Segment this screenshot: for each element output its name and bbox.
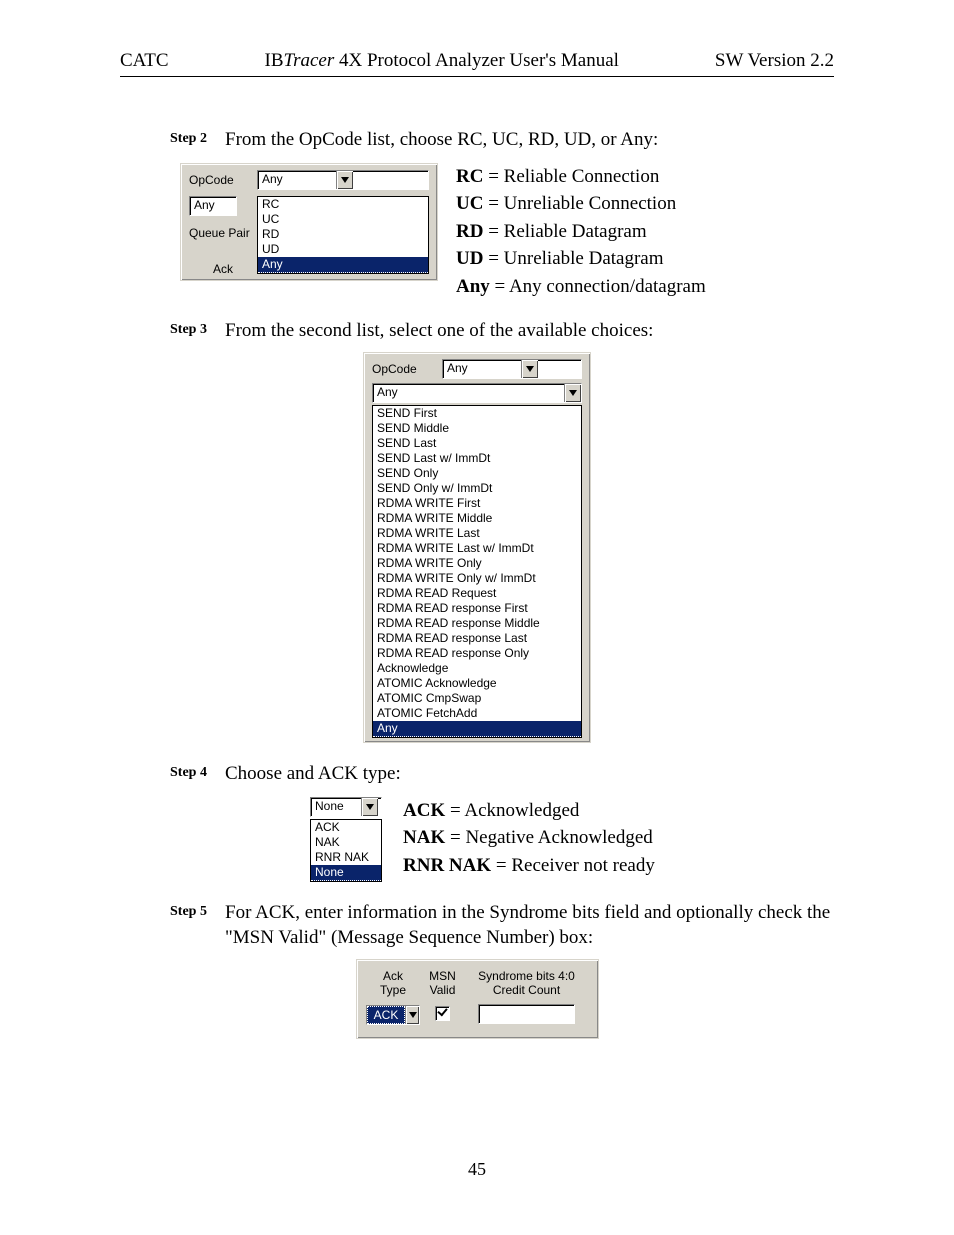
acktype-panel: None ACK NAK RNR NAK None (310, 797, 385, 882)
header-rule (120, 76, 834, 77)
list-item[interactable]: Any (258, 257, 428, 273)
list-item[interactable]: ACK (311, 820, 381, 835)
step4-text: Choose and ACK type: (225, 761, 834, 787)
list-item[interactable]: SEND Only (373, 466, 581, 481)
list-item[interactable]: Any (373, 721, 581, 737)
list-item[interactable]: UD (258, 242, 428, 257)
msn-valid-checkbox[interactable] (435, 1006, 450, 1021)
chevron-down-icon (405, 1006, 419, 1024)
list-item[interactable]: RDMA WRITE Only (373, 556, 581, 571)
second-dropdown-value: Any (190, 197, 236, 215)
step4-label: Step 4 (170, 761, 225, 781)
list-item[interactable]: RDMA READ response Last (373, 631, 581, 646)
col-syndrome-label: Syndrome bits 4:0Credit Count (465, 969, 589, 997)
chevron-down-icon (521, 360, 538, 378)
list-item[interactable]: UC (258, 212, 428, 227)
header-right: SW Version 2.2 (715, 50, 834, 72)
list-item[interactable]: SEND Last (373, 436, 581, 451)
opcode-label: OpCode (372, 362, 442, 376)
list-item[interactable]: RDMA WRITE Only w/ ImmDt (373, 571, 581, 586)
list-item[interactable]: NAK (311, 835, 381, 850)
second-option-list[interactable]: SEND First SEND Middle SEND Last SEND La… (372, 405, 582, 738)
opcode-second-panel: OpCode Any Any SEND First SEND Middle SE… (363, 352, 591, 743)
list-item[interactable]: ATOMIC CmpSwap (373, 691, 581, 706)
col-acktype-label: AckType (366, 969, 421, 997)
list-item[interactable]: SEND Last w/ ImmDt (373, 451, 581, 466)
list-item[interactable]: SEND First (373, 406, 581, 421)
acktype-definitions: ACK = Acknowledged NAK = Negative Acknow… (403, 797, 655, 880)
opcode-dropdown[interactable]: Any (442, 359, 582, 379)
list-item[interactable]: RDMA WRITE First (373, 496, 581, 511)
list-item[interactable]: RC (258, 197, 428, 212)
step3-label: Step 3 (170, 318, 225, 338)
step2-label: Step 2 (170, 127, 225, 147)
list-item[interactable]: ATOMIC Acknowledge (373, 676, 581, 691)
chevron-down-icon (361, 798, 378, 816)
acktype-option-list[interactable]: ACK NAK RNR NAK None (310, 819, 382, 882)
list-item[interactable]: RDMA READ response First (373, 601, 581, 616)
list-item[interactable]: RD (258, 227, 428, 242)
header-left: CATC (120, 50, 169, 72)
step2-text: From the OpCode list, choose RC, UC, RD,… (225, 127, 834, 153)
list-item[interactable]: RDMA READ Request (373, 586, 581, 601)
syndrome-input[interactable] (478, 1004, 575, 1024)
queuepair-label: Queue Pair (189, 226, 257, 240)
acktype-dropdown-value: None (311, 798, 361, 816)
list-item[interactable]: RDMA WRITE Last (373, 526, 581, 541)
list-item[interactable]: RNR NAK (311, 850, 381, 865)
step5-text: For ACK, enter information in the Syndro… (225, 900, 834, 951)
chevron-down-icon (336, 171, 353, 189)
opcode-label: OpCode (189, 173, 257, 187)
acktype-dropdown[interactable]: None (310, 797, 382, 817)
second-dropdown[interactable]: Any (372, 383, 582, 403)
opcode-definitions: RC = Reliable Connection UC = Unreliable… (456, 163, 706, 301)
opcode-dropdown[interactable]: Any (257, 170, 429, 190)
list-item[interactable]: RDMA WRITE Last w/ ImmDt (373, 541, 581, 556)
page-number: 45 (120, 1159, 834, 1180)
list-item[interactable]: Acknowledge (373, 661, 581, 676)
col-msnvalid-label: MSNValid (423, 969, 463, 997)
opcode-dropdown-value: Any (258, 171, 336, 189)
acktype-select-value: ACK (367, 1006, 405, 1024)
header-mid: IBTracer 4X Protocol Analyzer User's Man… (265, 50, 619, 72)
opcode-dropdown-value: Any (443, 360, 521, 378)
list-item[interactable]: SEND Only w/ ImmDt (373, 481, 581, 496)
list-item[interactable]: RDMA READ response Only (373, 646, 581, 661)
list-item[interactable]: SEND Middle (373, 421, 581, 436)
list-item[interactable]: None (311, 865, 381, 881)
list-item[interactable]: RDMA READ response Middle (373, 616, 581, 631)
acktype-select[interactable]: ACK (366, 1005, 420, 1025)
opcode-option-list[interactable]: RC UC RD UD Any (257, 196, 429, 274)
list-item[interactable]: ATOMIC FetchAdd (373, 706, 581, 721)
step5-label: Step 5 (170, 900, 225, 920)
step3-text: From the second list, select one of the … (225, 318, 834, 344)
opcode-panel: OpCode Any Any Queue Pair Ack RC UC (180, 163, 438, 281)
list-item[interactable]: RDMA WRITE Middle (373, 511, 581, 526)
ack-syndrome-panel: AckType MSNValid Syndrome bits 4:0Credit… (356, 959, 599, 1039)
second-dropdown-value: Any (373, 384, 564, 402)
second-dropdown[interactable]: Any (189, 196, 237, 216)
ack-label: Ack (189, 262, 257, 276)
chevron-down-icon (564, 384, 581, 402)
